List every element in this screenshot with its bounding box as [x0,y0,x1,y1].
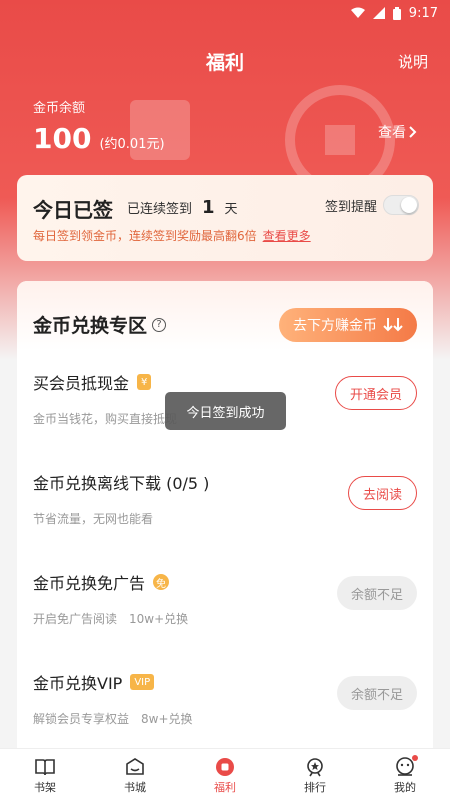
ad-free-tag-icon: 免 [153,574,170,590]
go-read-button[interactable]: 去阅读 [347,476,417,510]
tab-welfare[interactable]: 福利 [180,749,270,800]
earn-coins-label: 去下方赚金币 [293,318,377,334]
yen-tag-icon: ¥ [137,374,152,390]
item-subtitle: 金币当钱花，购买直接抵现 [33,412,178,426]
view-balance-link[interactable]: 查看 [378,122,417,142]
page-title: 福利 [205,52,244,74]
store-icon [126,758,144,775]
tab-label: 书城 [124,781,146,794]
exchange-card: 金币兑换专区 ? 去下方赚金币 买会员抵现金 ¥ 金币当钱花，购买直接抵现 开通… [17,281,433,761]
item-exchange-cost: 10w+兑换 [129,612,189,626]
rank-icon [307,758,323,777]
balance-approx: (约0.01元) [99,137,165,152]
item-title-text: 买会员抵现金 [33,374,130,393]
book-icon [35,759,55,776]
view-balance-label: 查看 [378,125,406,141]
signin-reminder: 签到提醒 [325,195,419,215]
insufficient-balance-button[interactable]: 余额不足 [336,576,417,610]
item-title: 金币兑换离线下载 (0/5 ) [33,470,209,494]
signin-description: 每日签到领金币，连续签到奖励最高翻6倍 查看更多 [33,227,311,244]
double-arrow-down-icon [383,318,403,332]
profile-icon-wrapper [394,755,418,777]
item-subtitle-text: 开启免广告阅读 [33,612,118,626]
battery-icon [392,6,401,20]
item-title: 金币兑换VIP VIP [33,670,155,694]
status-time: 9:17 [408,5,438,21]
vip-tag-icon: VIP [130,674,155,690]
earn-coins-button[interactable]: 去下方赚金币 [279,308,417,342]
help-link[interactable]: 说明 [398,51,428,72]
tab-ranking[interactable]: 排行 [270,749,360,800]
item-title: 买会员抵现金 ¥ [33,370,152,394]
item-title: 金币兑换免广告 免 [33,570,170,594]
streak-days: 1 [202,197,215,218]
signin-card: 今日已签 已连续签到 1 天 签到提醒 每日签到领金币，连续签到奖励最高翻6倍查… [17,175,433,261]
top-nav: 福利 说明 [0,44,450,80]
item-subtitle: 开启免广告阅读 10w+兑换 [33,610,188,627]
signin-desc-text: 每日签到领金币，连续签到奖励最高翻6倍 [33,229,257,243]
exchange-title-text: 金币兑换专区 [33,315,148,337]
reminder-label: 签到提醒 [324,199,377,215]
exchange-item-offline-download: 金币兑换离线下载 (0/5 ) 节省流量，无网也能看 去阅读 [17,470,433,570]
tab-bookshelf[interactable]: 书架 [0,749,90,800]
status-bar: 9:17 [0,0,450,26]
tab-bookstore[interactable]: 书城 [90,749,180,800]
tab-label: 福利 [214,781,236,794]
toast-message: 今日签到成功 [165,392,286,430]
item-title-text: 金币兑换VIP [33,674,123,693]
balance-value: 100 [33,122,92,155]
tab-label: 书架 [34,781,56,794]
tab-label: 我的 [394,781,416,794]
signin-title: 今日已签 [33,198,113,222]
toggle-knob [401,197,417,213]
exchange-title: 金币兑换专区 ? [33,311,167,338]
header-decoration [130,85,395,190]
tab-profile[interactable]: 我的 [360,749,450,800]
notification-dot [412,755,418,761]
item-subtitle-text: 解锁会员专享权益 [33,712,130,726]
wifi-icon [350,7,365,18]
gift-icon [216,758,234,776]
signin-more-link[interactable]: 查看更多 [263,229,311,243]
open-membership-button[interactable]: 开通会员 [334,376,417,410]
exchange-item-ad-free: 金币兑换免广告 免 开启免广告阅读 10w+兑换 余额不足 [17,570,433,670]
streak-unit: 天 [224,202,238,217]
help-icon[interactable]: ? [152,317,167,332]
signin-streak: 已连续签到 1 天 [127,197,238,218]
streak-prefix: 已连续签到 [127,202,193,217]
item-subtitle: 解锁会员专享权益 8w+兑换 [33,710,193,727]
bottom-tab-bar: 书架 书城 福利 排行 我的 [0,748,450,800]
balance-row: 100 (约0.01元) [33,122,165,155]
signal-icon [372,7,385,19]
chevron-right-icon [409,126,417,138]
item-title-text: 金币兑换免广告 [33,574,146,593]
item-exchange-cost: 8w+兑换 [141,712,193,726]
reminder-toggle[interactable] [383,195,419,215]
tab-label: 排行 [304,781,326,794]
item-title-text: 金币兑换离线下载 (0/5 ) [33,474,210,493]
balance-label: 金币余额 [33,101,86,116]
insufficient-balance-button[interactable]: 余额不足 [336,676,417,710]
item-subtitle: 节省流量，无网也能看 [33,512,154,526]
